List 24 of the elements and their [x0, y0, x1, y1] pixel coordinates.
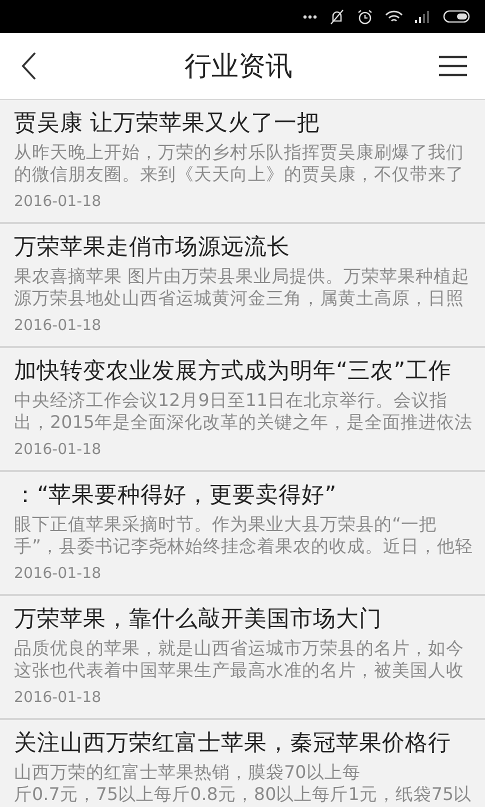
news-date: 2016-01-18 [14, 439, 102, 460]
news-snippet: 果农喜摘苹果 图片由万荣县果业局提供。万荣苹果种植起 源万荣县地处山西省运城黄河金三角，属黄土高原，日照 [14, 266, 471, 310]
page-title: 行业资讯 [184, 50, 292, 84]
news-title[interactable]: 关注山西万荣红富士苹果，秦冠苹果价格行 [14, 727, 471, 759]
alarm-icon [357, 8, 373, 24]
news-title[interactable]: ：“苹果要种得好，更要卖得好” [14, 479, 471, 511]
news-title[interactable]: 万荣苹果走俏市场源远流长 [14, 231, 471, 263]
signal-icon [415, 10, 431, 23]
news-title[interactable]: 万荣苹果，靠什么敲开美国市场大门 [14, 603, 471, 635]
news-snippet: 眼下正值苹果采摘时节。作为果业大县万荣县的“一把 手”，县委书记李尧林始终挂念着果农的收成。近日，他轻 [14, 514, 471, 558]
muted-bell-icon [329, 8, 345, 24]
news-snippet: 中央经济工作会议12月9日至11日在北京举行。会议指 出，2015年是全面深化改革的关键之年，是全面推进依法 [14, 390, 471, 434]
news-date: 2016-01-18 [14, 687, 102, 708]
news-date: 2016-01-18 [14, 191, 102, 212]
news-snippet: 从昨天晚上开始，万荣的乡村乐队指挥贾吴康刷爆了我们 的微信朋友圈。来到《天天向上》的贾吴康，不仅带来了 [14, 142, 465, 186]
more-icon [303, 14, 317, 18]
news-title[interactable]: 贾吴康 让万荣苹果又火了一把 [14, 107, 471, 139]
news-date: 2016-01-18 [14, 315, 102, 336]
wifi-icon [385, 10, 403, 24]
news-date: 2016-01-18 [14, 563, 102, 584]
battery-icon [443, 10, 471, 23]
news-snippet: 山西万荣的红富士苹果热销，膜袋70以上每 斤0.7元，75以上每斤0.8元，80以上每斤1元，纸袋75以 [14, 762, 471, 806]
news-snippet: 品质优良的苹果，就是山西省运城市万荣县的名片，如今 这张也代表着中国苹果生产最高水准的名片，被美国人收 [14, 638, 465, 682]
news-title[interactable]: 加快转变农业发展方式成为明年“三农”工作 [14, 355, 471, 387]
